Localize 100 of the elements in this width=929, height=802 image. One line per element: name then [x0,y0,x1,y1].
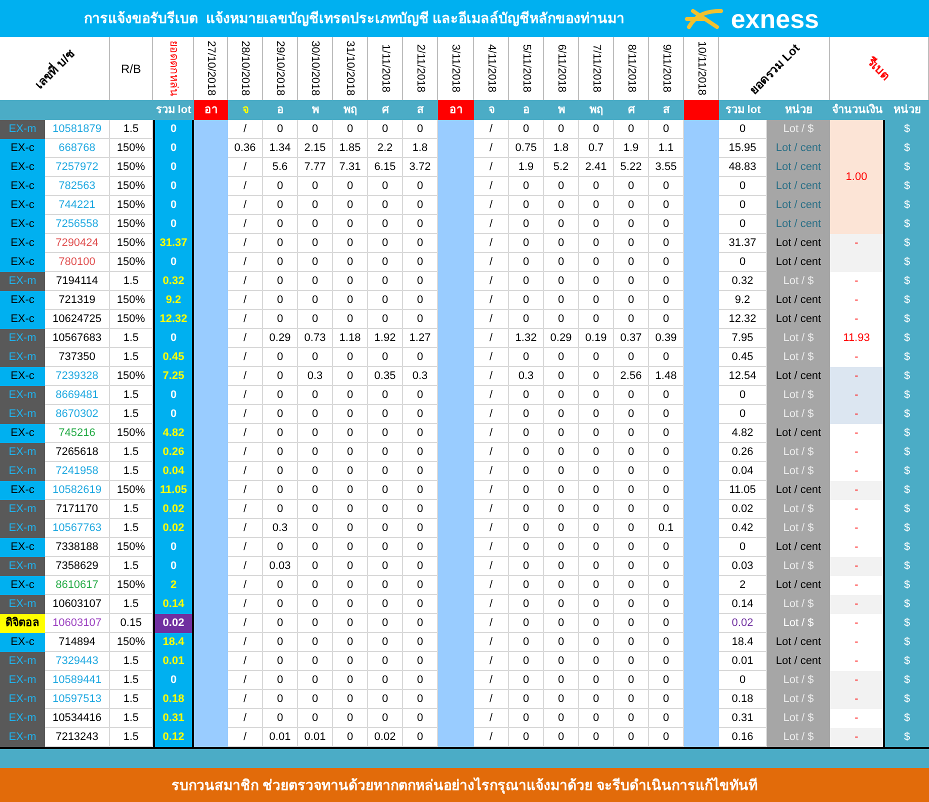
table-cell: / [474,177,509,196]
table-cell: 0.01 [298,728,333,747]
table-cell: 0 [579,367,614,386]
currency-cell: $ [885,500,929,519]
unit-cell: Lot / $ [767,690,830,709]
table-cell: 0 [333,633,368,652]
table-cell: 0.3 [403,367,438,386]
table-cell: 0 [579,196,614,215]
table-cell: 0.3 [298,367,333,386]
table-cell: 1.18 [333,329,368,348]
table-cell: 0 [333,728,368,747]
table-cell: / [474,614,509,633]
column-header: 8/11/2018 [624,44,638,93]
day-header: พฤ [342,102,358,118]
table-cell: 0 [403,310,438,329]
table-cell: 0 [544,595,579,614]
weekend-day-header: อา [438,100,474,120]
account-number-cell: 7329443 [45,652,110,671]
table-cell: / [228,424,263,443]
table-cell: 0 [263,671,298,690]
table-cell: 0 [263,196,298,215]
table-cell: 0 [403,709,438,728]
currency-cell: $ [885,177,929,196]
table-cell: 0 [544,576,579,595]
total-lot-cell: 9.2 [153,291,194,310]
table-cell: 0 [544,481,579,500]
column-header: 5/11/2018 [519,44,534,93]
table-cell: 0 [579,348,614,367]
table-cell: 0 [509,272,544,291]
account-number-cell: 744221 [45,196,110,215]
table-cell: 2.15 [298,139,333,158]
table-cell: 0 [649,557,684,576]
unit-cell: Lot / $ [767,709,830,728]
table-cell: 0 [614,272,649,291]
table-cell: 0 [368,709,403,728]
table-cell: 0 [403,386,438,405]
table-cell: 1.9 [614,139,649,158]
table-cell: 0.39 [649,329,684,348]
column-header: 7/11/2018 [589,44,604,93]
unit-cell: Lot / $ [767,272,830,291]
table-cell: / [228,196,263,215]
currency-cell: $ [885,291,929,310]
table-cell: 0 [333,177,368,196]
table-cell: 0 [333,310,368,329]
table-cell: / [228,690,263,709]
table-cell: 0 [649,120,684,139]
table-cell: 0 [368,196,403,215]
table-cell: 0 [649,424,684,443]
amount-cell: 1.00 [830,120,885,234]
table-cell: 0 [368,690,403,709]
table-cell: 0 [298,291,333,310]
currency-cell: $ [885,253,929,272]
table-cell: 0 [509,348,544,367]
table-cell: 0 [298,595,333,614]
table-cell: 0 [368,424,403,443]
table-cell: 0 [298,462,333,481]
day-header: อ [522,102,531,118]
column-header: 2/11/2018 [413,44,428,93]
table-cell: 0 [403,120,438,139]
table-cell: 0 [509,500,544,519]
table-cell: 0 [403,272,438,291]
unit-cell: Lot / cent [767,367,830,386]
amount-cell: - [830,367,885,386]
table-cell: 0.7 [579,139,614,158]
table-cell: 1.85 [333,139,368,158]
table-cell: 0 [579,291,614,310]
currency-cell: $ [885,329,929,348]
amount-cell: - [830,234,885,253]
table-cell: / [228,291,263,310]
table-cell: / [228,633,263,652]
table-cell: 0 [263,500,298,519]
table-cell: 0 [368,120,403,139]
table-cell: 0.29 [544,329,579,348]
table-cell: 0 [403,595,438,614]
day-header: รวม lot [154,102,192,118]
account-number-cell: 737350 [45,348,110,367]
account-number-cell: 7239328 [45,367,110,386]
table-cell: 0 [649,291,684,310]
table-cell: 0 [333,557,368,576]
account-type-cell: EX-m [0,500,45,519]
currency-cell: $ [885,728,929,747]
account-number-cell: 10603107 [45,614,110,633]
table-cell: 0 [649,348,684,367]
table-cell: 2.56 [614,367,649,386]
table-cell: 0 [263,348,298,367]
table-cell: 0 [614,519,649,538]
table-cell: 0 [579,633,614,652]
account-number-cell: 10624725 [45,310,110,329]
account-type-cell: EX-c [0,291,45,310]
day-header: หน่วย [784,102,813,118]
table-cell: 0 [579,614,614,633]
table-cell: 0 [403,481,438,500]
table-cell: / [474,576,509,595]
account-number-cell: 668768 [45,139,110,158]
table-cell: 0 [368,443,403,462]
table-cell: 1.8 [403,139,438,158]
account-type-cell: EX-m [0,272,45,291]
table-cell: 0 [579,519,614,538]
account-type-cell: EX-m [0,120,45,139]
table-cell: / [474,139,509,158]
